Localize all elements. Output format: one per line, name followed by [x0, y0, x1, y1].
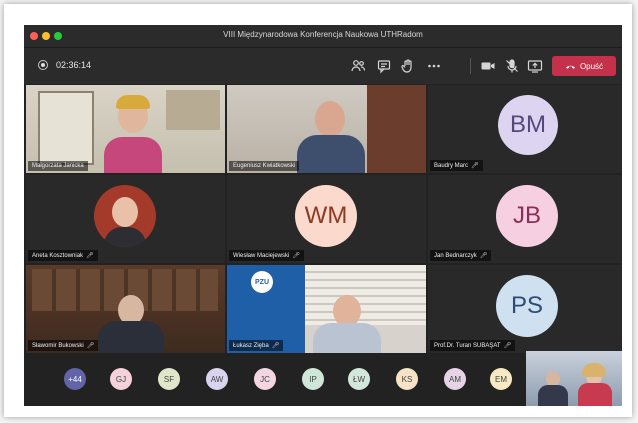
more-participants-badge[interactable]: +44 — [64, 368, 86, 390]
participant-name: Eugeniusz Kwiatkowski — [229, 161, 300, 171]
participant-tile[interactable]: Eugeniusz Kwiatkowski — [227, 85, 426, 173]
wall-shelf — [166, 90, 220, 130]
person-body — [98, 321, 164, 353]
toolbar-divider — [470, 58, 471, 74]
mic-muted-icon: 🎤︎ — [86, 343, 95, 349]
person-hair — [116, 95, 150, 109]
phone-hangup-icon — [565, 65, 575, 69]
participant-tile[interactable]: PS Prof.Dr. Turan SUBAŞAT 🎤︎ — [428, 265, 622, 353]
leave-label: Opuść — [579, 61, 604, 71]
raise-hand-icon[interactable] — [400, 58, 416, 74]
leave-button[interactable]: Opuść — [552, 56, 616, 76]
more-icon[interactable] — [426, 58, 442, 74]
bookshelf — [38, 91, 94, 165]
person-body — [104, 137, 162, 173]
participant-name: Prof.Dr. Turan SUBAŞAT 🎤︎ — [430, 340, 516, 351]
share-icon[interactable] — [527, 58, 543, 74]
participant-avatar-small[interactable]: AM — [444, 368, 466, 390]
participant-tile[interactable]: Małgorzata Janicka — [26, 85, 225, 173]
participant-avatar-small[interactable]: IP — [302, 368, 324, 390]
recording-icon — [38, 60, 48, 70]
participant-avatar-small[interactable]: GJ — [110, 368, 132, 390]
participant-name: Jan Bednarczyk 🎤︎ — [430, 250, 492, 261]
camera-icon[interactable] — [480, 58, 496, 74]
window-title: VIII Międzynarodowa Konferencja Naukowa … — [223, 30, 423, 39]
participant-avatar-small[interactable]: KS — [396, 368, 418, 390]
participant-avatar: BM — [498, 95, 558, 155]
participant-tile[interactable]: BM Baudry Marc 🎤︎ — [428, 85, 622, 173]
participant-name: Małgorzata Janicka — [28, 161, 88, 171]
participant-avatar: WM — [295, 185, 357, 247]
person-face — [315, 101, 345, 137]
chat-icon[interactable] — [376, 58, 392, 74]
window-blinds — [305, 265, 426, 325]
participant-avatar-small[interactable]: AW — [206, 368, 228, 390]
meeting-timer: 02:36:14 — [56, 60, 92, 70]
mic-muted-icon: 🎤︎ — [479, 253, 488, 259]
title-bar: VIII Międzynarodowa Konferencja Naukowa … — [24, 25, 622, 47]
mic-off-icon[interactable] — [504, 58, 520, 74]
participant-tile[interactable]: WM Wiesław Maciejewski 🎤︎ — [227, 175, 426, 263]
participants-icon[interactable] — [350, 58, 366, 74]
mic-muted-icon: 🎤︎ — [86, 253, 94, 259]
mic-muted-icon: 🎤︎ — [292, 253, 300, 259]
participant-avatar: JB — [496, 185, 558, 247]
mic-muted-icon: 🎤︎ — [471, 163, 479, 169]
profile-photo — [94, 185, 156, 247]
participant-avatar: PS — [496, 275, 558, 337]
self-view-video[interactable] — [526, 351, 622, 406]
participant-name: Aneta Kosztowniak 🎤︎ — [28, 250, 98, 261]
person-body — [297, 135, 365, 173]
cabinet — [367, 85, 426, 173]
participant-avatar-small[interactable]: SF — [158, 368, 180, 390]
participant-tile[interactable]: JB Jan Bednarczyk 🎤︎ — [428, 175, 622, 263]
meeting-window: VIII Międzynarodowa Konferencja Naukowa … — [24, 25, 622, 406]
participant-name: Wiesław Maciejewski 🎤︎ — [229, 250, 304, 261]
participant-tile[interactable]: Aneta Kosztowniak 🎤︎ — [26, 175, 225, 263]
participant-avatar-small[interactable]: JC — [254, 368, 276, 390]
participant-tile[interactable]: PZU Łukasz Zięba 🎤︎ — [227, 265, 426, 353]
meeting-toolbar: 02:36:14 Opuść — [24, 47, 622, 84]
participant-name: Sławomir Bukowski 🎤︎ — [28, 340, 99, 351]
participant-name: Baudry Marc 🎤︎ — [430, 160, 483, 171]
participant-avatar-small[interactable]: ŁW — [348, 368, 370, 390]
participant-avatar-small[interactable]: EM — [490, 368, 512, 390]
participant-tile[interactable]: Sławomir Bukowski 🎤︎ — [26, 265, 225, 353]
person-body — [313, 323, 381, 353]
mic-muted-icon: 🎤︎ — [503, 343, 512, 349]
participant-name: Łukasz Zięba 🎤︎ — [229, 340, 284, 351]
mic-muted-icon: 🎤︎ — [271, 343, 280, 349]
pzu-logo: PZU — [251, 271, 273, 293]
